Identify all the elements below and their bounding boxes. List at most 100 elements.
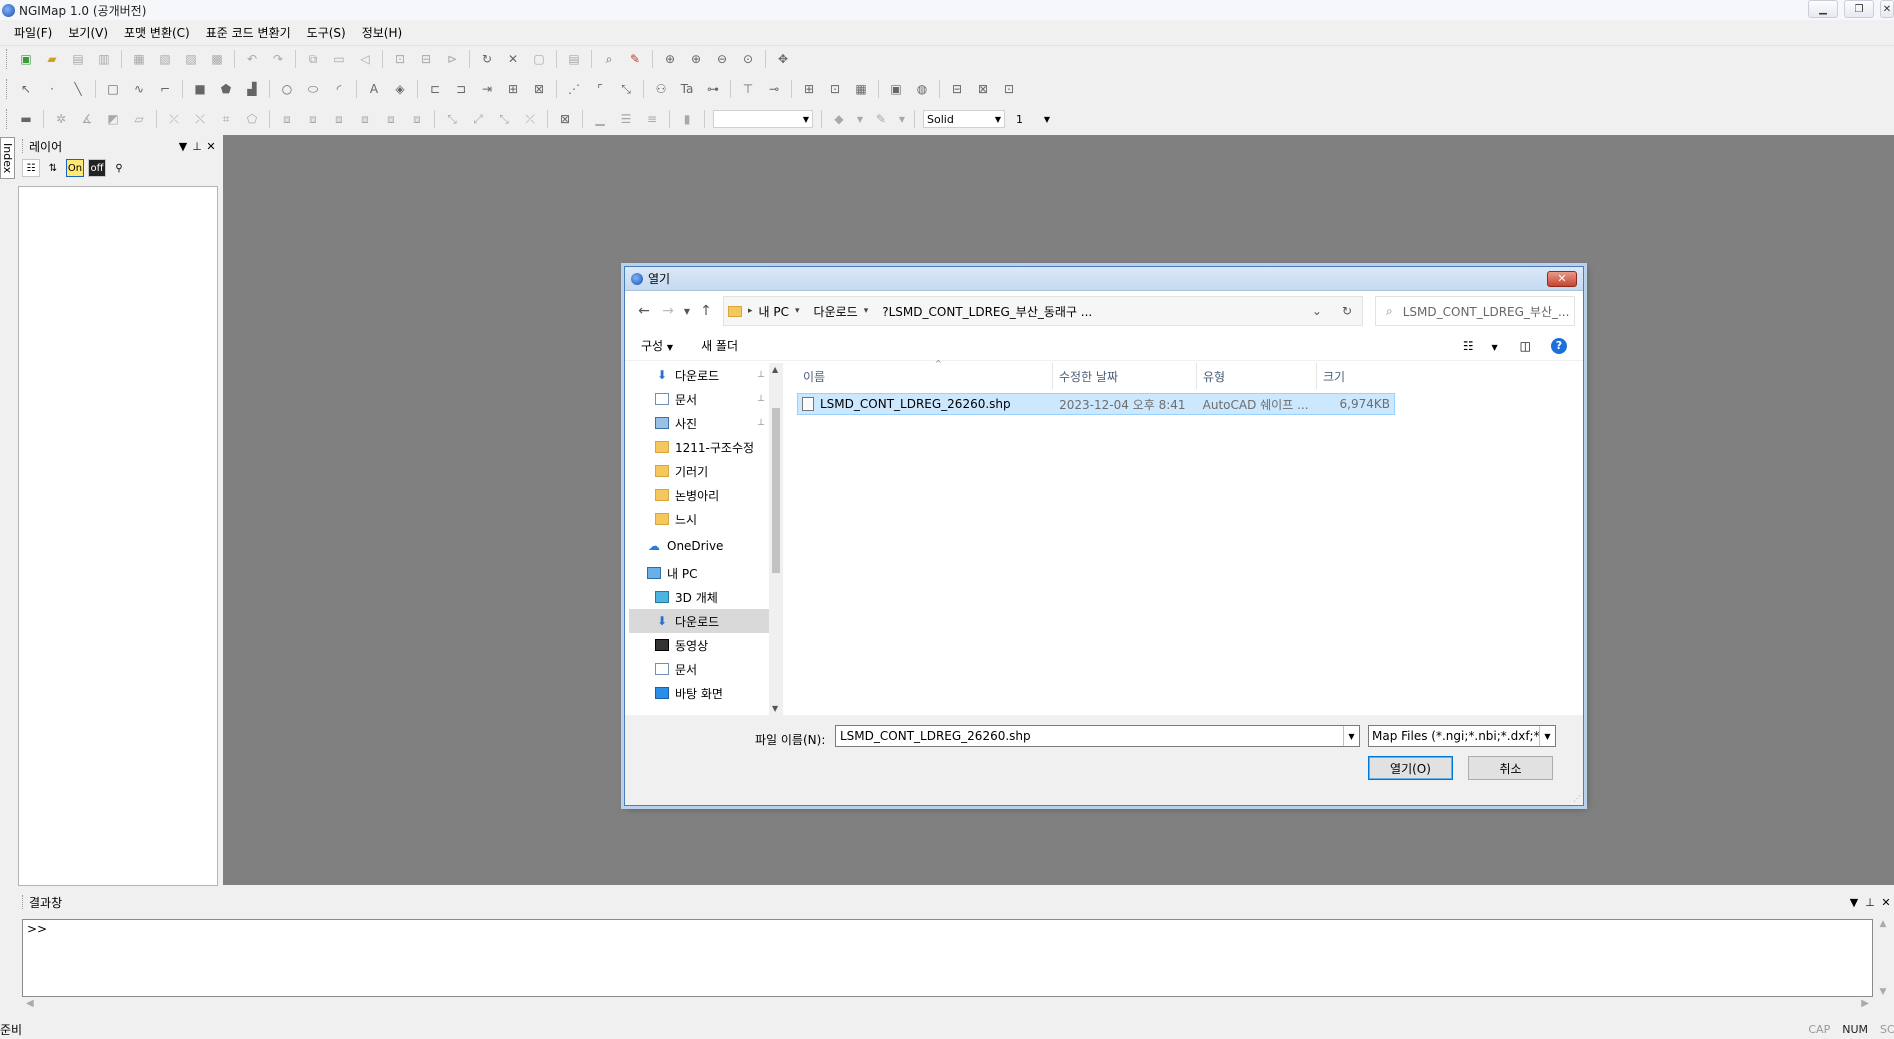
pin-icon[interactable]: ⊥ xyxy=(757,418,765,428)
menu-standard-code-convert[interactable]: 표준 코드 변환기 xyxy=(198,24,299,41)
building-icon[interactable]: ▟ xyxy=(243,80,261,98)
point-icon[interactable]: · xyxy=(43,80,61,98)
table-view-icon[interactable]: ▦ xyxy=(852,80,870,98)
address-bar[interactable]: ▸ 내 PC ▾ 다운로드 ▾ ?LSMD_CONT_LDREG_부산_동래구 ..… xyxy=(723,296,1363,326)
crop-icon[interactable]: ⌗ xyxy=(217,110,235,128)
layer-style-icon[interactable]: ⊠ xyxy=(974,80,992,98)
file-row[interactable]: LSMD_CONT_LDREG_26260.shp 2023-12-04 오후 … xyxy=(797,393,1395,415)
recent-locations-icon[interactable]: ▼ xyxy=(681,300,693,322)
text-edit-icon[interactable]: Ta xyxy=(678,80,696,98)
nav-item[interactable]: 기러기 xyxy=(629,459,769,483)
save-icon[interactable]: ▤ xyxy=(69,50,87,68)
select-icon[interactable]: ⊡ xyxy=(391,50,409,68)
box-op1-icon[interactable]: ⧈ xyxy=(278,110,296,128)
result-output[interactable]: >> xyxy=(22,919,1873,997)
column-date[interactable]: 수정한 날짜 xyxy=(1053,363,1197,389)
pin-icon[interactable]: ⊥ xyxy=(757,370,765,380)
text-icon[interactable]: A xyxy=(365,80,383,98)
toolbar-grip[interactable] xyxy=(6,49,9,69)
panel-menu-icon[interactable]: ▼ xyxy=(176,140,190,153)
shadow-icon[interactable]: ◩ xyxy=(104,110,122,128)
pointer-icon[interactable]: ↖ xyxy=(17,80,35,98)
print-icon[interactable]: ▥ xyxy=(95,50,113,68)
nav-item[interactable]: ⬇ 다운로드 xyxy=(629,609,769,633)
address-dropdown-icon[interactable]: ⌄ xyxy=(1312,304,1322,318)
back-arrow-icon[interactable]: ← xyxy=(633,300,655,322)
preview-pane-icon[interactable]: ◫ xyxy=(1520,339,1531,353)
breadcrumb-my-pc[interactable]: 내 PC ▾ xyxy=(759,303,806,320)
sort-az-icon[interactable]: ⇅ xyxy=(44,159,62,177)
align-left-icon[interactable]: ⊏ xyxy=(426,80,444,98)
fill-color-icon[interactable]: ◆ xyxy=(830,110,848,128)
align-bottom-icon[interactable]: ▁ xyxy=(591,110,609,128)
nav-item[interactable]: ☁ OneDrive xyxy=(629,534,769,558)
layer-on-icon[interactable]: On xyxy=(66,159,84,177)
column-size[interactable]: 크기 xyxy=(1317,363,1395,389)
grid-icon[interactable]: ⊞ xyxy=(800,80,818,98)
fill-dropdown-icon[interactable]: ▼ xyxy=(856,110,864,128)
node-icon[interactable]: ✲ xyxy=(52,110,70,128)
layer-list[interactable] xyxy=(18,186,218,886)
chart-icon[interactable]: ⊡ xyxy=(826,80,844,98)
bar-chart-icon[interactable]: ▮ xyxy=(678,110,696,128)
column-type[interactable]: 유형 xyxy=(1197,363,1317,389)
line-op1-icon[interactable]: ⤡ xyxy=(443,110,461,128)
breadcrumb-current-folder[interactable]: ?LSMD_CONT_LDREG_부산_동래구 ... xyxy=(882,303,1092,320)
nav-item[interactable]: 바탕 화면 xyxy=(629,681,769,705)
arc-icon[interactable]: ◜ xyxy=(330,80,348,98)
line-style-select[interactable]: Solid ▼ xyxy=(923,110,1005,128)
connect-icon[interactable]: ⊸ xyxy=(765,80,783,98)
layer-filter-icon[interactable]: ⊡ xyxy=(1000,80,1018,98)
up-arrow-icon[interactable]: ↑ xyxy=(695,300,717,322)
label-icon[interactable]: ⊶ xyxy=(704,80,722,98)
result-vscroll[interactable]: ▲ ▼ xyxy=(1874,919,1892,997)
flip-icon[interactable]: ⊳ xyxy=(443,50,461,68)
merge-icon[interactable]: ⇥ xyxy=(478,80,496,98)
nav-item[interactable]: 3D 개체 xyxy=(629,585,769,609)
toolbar-grip[interactable] xyxy=(6,79,9,99)
panel-pin-icon[interactable]: ⊥ xyxy=(190,140,204,153)
vertex-edit-icon[interactable]: ⋰ xyxy=(565,80,583,98)
paste-icon[interactable]: ▭ xyxy=(330,50,348,68)
rectangle-icon[interactable]: □ xyxy=(104,80,122,98)
pen-icon[interactable]: ✎ xyxy=(626,50,644,68)
filename-dropdown-icon[interactable]: ▼ xyxy=(1343,726,1359,746)
line-op3-icon[interactable]: ⤡ xyxy=(495,110,513,128)
pan-icon[interactable]: ✥ xyxy=(774,50,792,68)
result-pin-icon[interactable]: ⊥ xyxy=(1862,896,1878,909)
table-icon[interactable]: ▤ xyxy=(565,50,583,68)
scroll-thumb[interactable] xyxy=(772,408,780,573)
box-op6-icon[interactable]: ⧈ xyxy=(408,110,426,128)
delete-icon[interactable]: ✕ xyxy=(504,50,522,68)
cancel-button[interactable]: 취소 xyxy=(1468,756,1553,780)
navigation-scrollbar[interactable]: ▲ ▼ xyxy=(769,363,783,715)
nav-item[interactable]: 문서 ⊥ xyxy=(629,387,769,411)
close-window-button[interactable]: ✕ xyxy=(1880,0,1894,18)
cross-icon[interactable]: ⤬ xyxy=(191,110,209,128)
menu-view[interactable]: 보기(V) xyxy=(60,24,116,41)
column-name[interactable]: 이름 xyxy=(797,363,1053,389)
box-op5-icon[interactable]: ⧈ xyxy=(382,110,400,128)
layer-down-icon[interactable]: ▩ xyxy=(208,50,226,68)
polyline-icon[interactable]: ⌐ xyxy=(156,80,174,98)
properties-icon[interactable]: ▢ xyxy=(530,50,548,68)
align-right-icon[interactable]: ⊐ xyxy=(452,80,470,98)
filled-rect-icon[interactable]: ■ xyxy=(191,80,209,98)
stack-icon[interactable]: ≡ xyxy=(643,110,661,128)
line-color-dropdown-icon[interactable]: ▼ xyxy=(898,110,906,128)
box-op3-icon[interactable]: ⧈ xyxy=(330,110,348,128)
nav-item[interactable]: 1211-구조수정 xyxy=(629,435,769,459)
extend-icon[interactable]: ⤡ xyxy=(617,80,635,98)
corner-icon[interactable]: ⌜ xyxy=(591,80,609,98)
breadcrumb-downloads[interactable]: 다운로드 ▾ xyxy=(814,303,875,320)
filter-dropdown-icon[interactable]: ▼ xyxy=(1539,726,1555,746)
image-icon[interactable]: ▣ xyxy=(887,80,905,98)
refresh-icon[interactable]: ↻ xyxy=(478,50,496,68)
line-op4-icon[interactable]: ⤫ xyxy=(521,110,539,128)
file-type-filter[interactable]: Map Files (*.ngi;*.nbi;*.dxf;*.sh ▼ xyxy=(1368,725,1556,747)
view-options-icon[interactable]: ☷ ▼ xyxy=(1463,339,1498,353)
nav-item[interactable]: 동영상 xyxy=(629,633,769,657)
new-file-icon[interactable]: ▣ xyxy=(17,50,35,68)
nav-item[interactable]: 내 PC xyxy=(629,561,769,585)
panel-grip[interactable] xyxy=(22,895,25,909)
